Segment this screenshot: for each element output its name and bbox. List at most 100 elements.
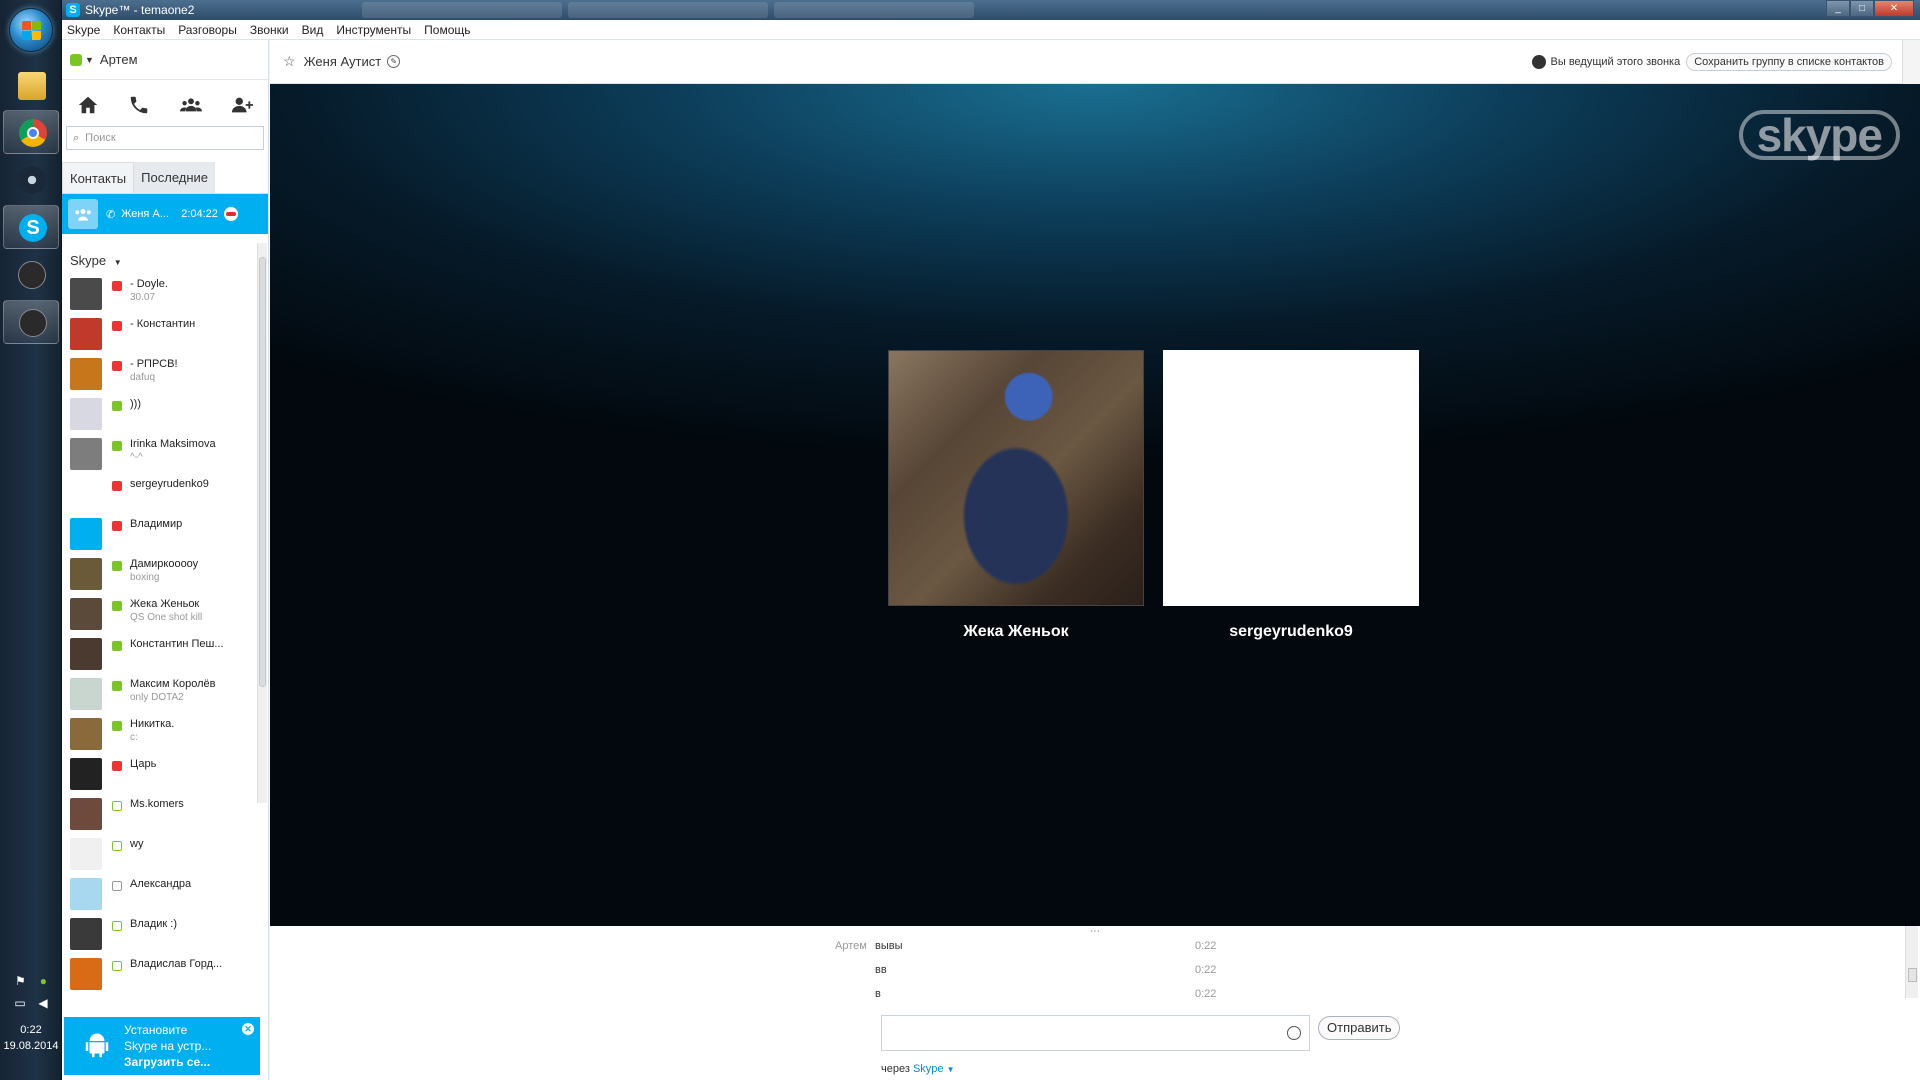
status-online-icon[interactable] [70, 53, 82, 66]
home-icon[interactable] [77, 94, 99, 116]
edit-icon[interactable]: ✎ [387, 55, 401, 68]
profile-bar[interactable]: ▼ Артем [62, 40, 268, 80]
contact-item[interactable]: - РПРСВ! dafuq [62, 354, 269, 394]
star-icon[interactable]: ☆ [283, 53, 296, 70]
contact-item[interactable]: Никитка. c: [62, 714, 269, 754]
contact-item[interactable]: Владик :) [62, 914, 269, 954]
menu-item[interactable]: Skype [67, 23, 100, 37]
start-button[interactable] [9, 8, 53, 52]
menu-item[interactable]: Звонки [250, 23, 289, 37]
taskbar-skyrim-2[interactable] [3, 300, 59, 344]
contact-text: Владислав Горд... [130, 958, 230, 971]
conversation-title[interactable]: Женя Аутист [304, 54, 382, 69]
contact-name: Никитка. [130, 718, 175, 730]
contact-text: Никитка. c: [130, 718, 230, 744]
active-call-item[interactable]: ✆ Женя А... 2:04:22 [62, 194, 268, 234]
contact-mood: 30.07 [130, 292, 156, 303]
menu-item[interactable]: Разговоры [178, 23, 237, 37]
send-button[interactable]: Отправить [1318, 1016, 1401, 1040]
contact-avatar [70, 278, 102, 310]
system-tray: ⚑ ● ▭ ◀ 0:22 19.08.2014 [0, 970, 62, 1080]
clock[interactable]: 0:22 19.08.2014 [0, 1022, 62, 1054]
participant-tile[interactable]: Жека Женьок [888, 350, 1144, 641]
skyrim-icon [18, 261, 46, 289]
contact-item[interactable]: wy [62, 834, 269, 874]
hang-up-icon[interactable] [223, 207, 238, 221]
clock-time: 0:22 [20, 1024, 42, 1036]
taskbar-chrome[interactable] [3, 110, 59, 154]
contact-text: Царь [130, 758, 230, 771]
contact-item[interactable]: Ms.komers [62, 794, 269, 834]
menu-item[interactable]: Инструменты [336, 23, 411, 37]
tab-recent[interactable]: Последние [134, 162, 216, 193]
contact-item[interactable]: Жека Женьок QS One shot kill [62, 594, 269, 634]
contact-item[interactable]: Владимир [62, 514, 269, 554]
contact-item[interactable]: - Константин [62, 314, 269, 354]
promo-download-link[interactable]: Загрузить се... [124, 1054, 211, 1070]
skype-tray-icon[interactable]: ● [40, 974, 47, 988]
menu-item[interactable]: Помощь [424, 23, 470, 37]
menu-item[interactable]: Контакты [113, 23, 165, 37]
participant-tile[interactable]: sergeyrudenko9 [1163, 350, 1419, 641]
contact-item[interactable]: ))) [62, 394, 269, 434]
menu-item[interactable]: Вид [302, 23, 324, 37]
emoticon-icon[interactable] [1287, 1026, 1301, 1040]
message-time: 0:22 [1195, 988, 1217, 1000]
contact-item[interactable]: Константин Пеш... [62, 634, 269, 674]
contact-group-header[interactable]: Skype ▼ [62, 243, 269, 274]
maximize-button[interactable]: □ [1850, 0, 1874, 17]
promo-banner[interactable]: Установите Skype на устр... Загрузить се… [64, 1017, 260, 1075]
message-input[interactable] [881, 1015, 1310, 1051]
flag-icon[interactable]: ⚑ [15, 974, 26, 988]
taskbar-skype[interactable]: S [3, 205, 59, 249]
contact-item[interactable]: Александра [62, 874, 269, 914]
contact-text: - Константин [130, 318, 230, 331]
status-online-icon [112, 401, 122, 411]
via-skype-dropdown[interactable]: Skype [913, 1063, 944, 1075]
contact-text: Дамиркооооу boxing [130, 558, 230, 584]
close-promo-icon[interactable]: ✕ [242, 1023, 254, 1035]
add-contact-icon[interactable] [231, 94, 254, 116]
minimize-button[interactable]: _ [1826, 0, 1850, 17]
status-busy-icon [112, 481, 122, 491]
status-offline-icon [112, 801, 122, 811]
contact-name: wy [130, 838, 144, 850]
profile-name[interactable]: Артем [100, 52, 138, 67]
skyrim-icon [19, 309, 47, 337]
contact-item[interactable]: Дамиркооооу boxing [62, 554, 269, 594]
chevron-down-icon[interactable]: ▼ [947, 1065, 955, 1074]
taskbar-explorer[interactable] [3, 64, 59, 108]
chat-scrollbar[interactable] [1905, 926, 1918, 998]
contact-item[interactable]: Максим Королёв only DOTA2 [62, 674, 269, 714]
status-offline-icon [112, 921, 122, 931]
tab-contacts[interactable]: Контакты [62, 162, 135, 193]
phone-icon[interactable] [128, 94, 150, 116]
chevron-down-icon[interactable]: ▼ [85, 55, 94, 65]
contact-item[interactable]: sergeyrudenko9 [62, 474, 269, 514]
contact-list-scrollbar[interactable] [257, 243, 267, 803]
contact-name: Владик :) [130, 918, 178, 930]
network-icon[interactable]: ▭ [14, 996, 25, 1010]
contact-item[interactable]: Владислав Горд... [62, 954, 269, 994]
contact-item[interactable]: Irinka Maksimova ^-^ [62, 434, 269, 474]
active-call-name: Женя А... [121, 208, 169, 220]
group-icon[interactable] [179, 94, 202, 116]
search-input[interactable]: ⌕ Поиск [66, 126, 264, 150]
save-group-button[interactable]: Сохранить группу в списке контактов [1686, 52, 1892, 71]
contact-item[interactable]: Царь [62, 754, 269, 794]
taskbar-skyrim-1[interactable] [3, 253, 59, 297]
status-busy-icon [112, 521, 122, 531]
window-title: Skype™ - temaone2 [85, 3, 195, 17]
participant-avatar-placeholder [1163, 350, 1419, 606]
contact-name: sergeyrudenko9 [130, 478, 209, 490]
contact-text: Александра [130, 878, 230, 891]
host-icon [1531, 54, 1546, 69]
contact-item[interactable]: - Doyle. 30.07 [62, 274, 269, 314]
volume-icon[interactable]: ◀ [38, 996, 47, 1010]
taskbar-steam[interactable] [3, 158, 59, 202]
chrome-icon [19, 119, 47, 147]
contact-avatar [70, 558, 102, 590]
status-online-icon [112, 601, 122, 611]
close-button[interactable]: ✕ [1874, 0, 1914, 17]
header-scrollbar[interactable] [1902, 40, 1920, 84]
